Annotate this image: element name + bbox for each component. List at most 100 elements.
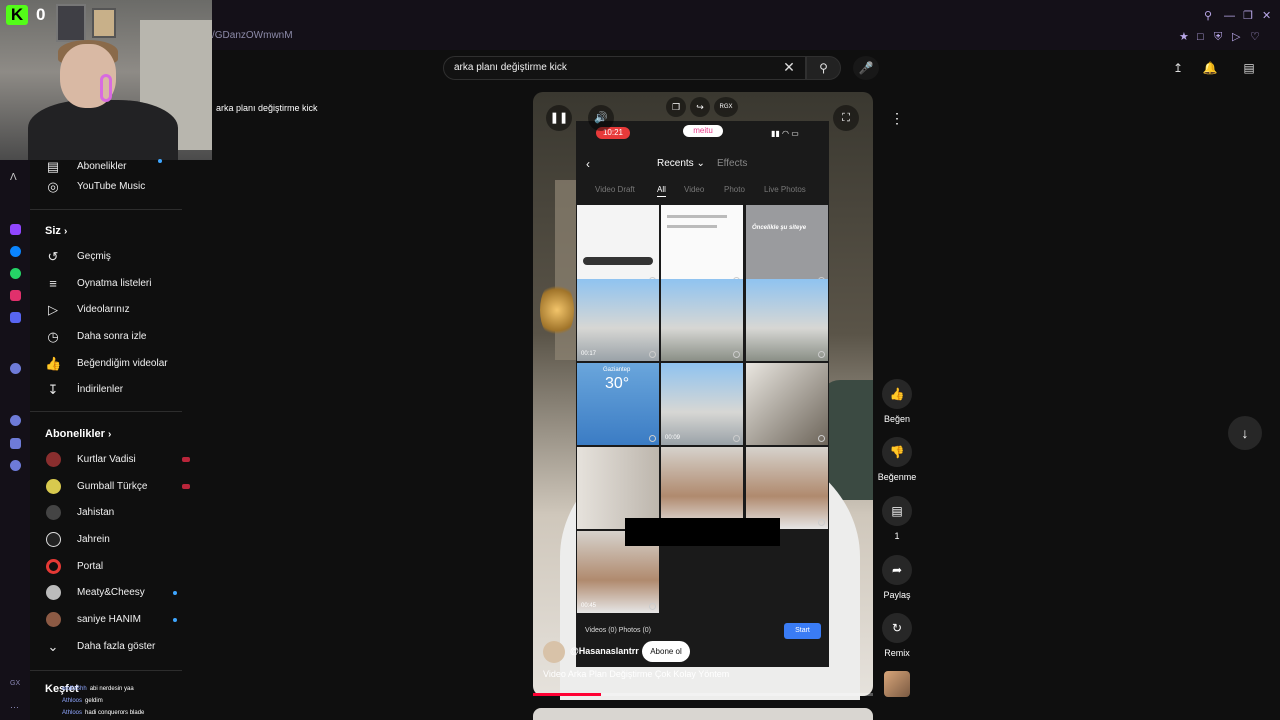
dislike-button[interactable]: 👎 Beğenme [877,437,917,482]
gx-icon[interactable]: GX [10,680,21,691]
close-window-icon[interactable]: ✕ [1262,10,1271,22]
avatar [46,479,61,494]
subscribe-button[interactable]: Abone ol [642,641,690,662]
history-icon: ↺ [47,249,59,264]
sidebar-sub-gumball-turkce[interactable]: Gumball Türkçe [45,474,205,500]
sidebar-item-downloads[interactable]: ↧ İndirilenler [45,377,205,403]
sidebar-sub-saniye-hanim[interactable]: saniye HANIM [45,607,205,633]
meitu-logo: meitu [683,125,723,137]
sidebar-item-playlists[interactable]: ≡ Oynatma listeleri [45,271,205,297]
like-button[interactable]: 👍 Beğen [877,379,917,424]
search-icon[interactable]: ⚲ [1204,10,1212,22]
tab-video: Video [684,185,705,194]
chat-message: Athloos geldim [62,698,103,704]
chat-message: Athloos hadi conquerors blade [62,710,145,716]
rgx-icon: RGX [719,104,733,110]
sidebar-sub-jahistan[interactable]: Jahistan [45,500,205,526]
sidebar-item-your-videos[interactable]: ▷ Videolarınız [45,297,205,323]
search-button[interactable]: ⚲ [806,56,841,80]
close-icon[interactable]: ✕ [781,59,797,75]
play-icon[interactable]: ▷ [1232,31,1240,43]
restore-icon[interactable]: ❐ [1243,10,1253,22]
avatar [46,532,61,547]
more-options-button[interactable]: ⋮ [885,106,909,130]
popout-icon: ↪ [696,102,704,112]
sidebar-item-watch-later[interactable]: ◷ Daha sonra izle [45,324,205,350]
channel-name[interactable]: @Hasanaslantrr [570,646,639,656]
gallery-tile [661,447,743,529]
music-icon: ◎ [47,179,59,194]
search-input[interactable]: arka planı değiştirme kick [454,62,567,73]
chevron-down-icon: ⌄ [696,158,705,169]
whatsapp-icon[interactable] [10,268,21,279]
sidebar-sub-jahrein[interactable]: Jahrein [45,527,205,553]
shield-icon[interactable]: ⛨ [1214,31,1222,43]
gallery-tile [661,279,743,361]
download-icon: ↧ [47,382,59,397]
rgx-button[interactable]: RGX [714,97,738,117]
subscriptions-icon: ▤ [46,159,60,174]
settings-icon[interactable] [10,460,21,471]
next-short-preview[interactable] [533,708,873,720]
channel-avatar[interactable] [543,641,565,663]
tool-icon[interactable] [10,363,21,374]
arrow-up-icon[interactable]: Λ [10,172,21,183]
address-bar-url[interactable]: /GDanzOWmwnM [212,30,293,41]
new-dot [173,618,177,622]
clock-icon: ◷ [47,329,59,344]
arrow-down-icon: ↓ [1241,425,1249,441]
sidebar-item-youtube-music[interactable]: ◎ YouTube Music [45,174,205,200]
sidebar-item-liked-videos[interactable]: 👍 Beğendiğim videolar [45,351,205,377]
clock-icon[interactable] [10,415,21,426]
bell-icon[interactable]: 🔔 [1201,59,1219,77]
sidebar-sub-kurtlar-vadisi[interactable]: Kurtlar Vadisi [45,447,205,473]
avatar [46,452,61,467]
section-you-header[interactable]: Siz › [45,225,67,237]
popout-button[interactable]: ↪ [690,97,710,117]
share-button[interactable]: ➦ Paylaş [877,555,917,600]
messenger-icon[interactable] [10,246,21,257]
upload-icon[interactable]: ↥ [1169,59,1187,77]
sidebar: ▤ Abonelikler ◎ YouTube Music Siz › ↺ Ge… [30,159,212,720]
sidebar-item-history[interactable]: ↺ Geçmiş [45,244,205,270]
gallery-tile: 00:09 [661,363,743,445]
volume-button[interactable]: 🔊 [588,105,614,131]
extension-icon[interactable] [10,438,21,449]
pause-icon: ❚❚ [549,112,569,124]
twitch-icon[interactable] [10,224,21,235]
pause-button[interactable]: ❚❚ [546,105,572,131]
fullscreen-button[interactable]: ⛶ [833,105,859,131]
gallery-tile [577,447,659,529]
next-video-button[interactable]: ↓ [1228,416,1262,450]
viewer-count: 0 [36,5,46,24]
section-subscriptions-header[interactable]: Abonelikler › [45,428,111,440]
avatar [46,612,61,627]
comment-icon: ▤ [882,496,912,526]
comments-button[interactable]: ▤ 1 [877,496,917,541]
more-icon[interactable]: ⋯ [10,702,21,713]
webcam-overlay [0,0,212,160]
remix-button[interactable]: ↻ Remix [877,613,917,658]
gallery-tile [577,205,659,287]
minimize-icon[interactable]: — [1224,10,1235,22]
heart-icon[interactable]: ♡ [1250,31,1260,43]
pip-button[interactable]: ❐ [666,97,686,117]
video-icon: ▷ [48,302,58,317]
sound-thumbnail[interactable] [884,671,910,697]
mic-button[interactable]: 🎤 [853,56,879,80]
new-dot [158,159,162,163]
show-more-button[interactable]: ⌄ Daha fazla göster [45,634,205,660]
previous-video-title[interactable]: arka planı değiştirme kick [216,103,318,113]
video-title[interactable]: Video Arka Plan Değiştirme Çok Kolay Yön… [543,669,729,679]
live-indicator-icon [182,457,190,462]
pin-icon[interactable]: ★ [1179,31,1189,43]
remix-icon: ↻ [882,613,912,643]
cast-icon[interactable]: ▤ [1240,59,1258,77]
screenshot-icon[interactable]: □ [1197,31,1204,43]
avatar [46,559,61,574]
sidebar-sub-portal[interactable]: Portal [45,554,205,580]
selection-count: Videos (0) Photos (0) [585,627,652,634]
discord-icon[interactable] [10,312,21,323]
sidebar-sub-meaty-cheesy[interactable]: Meaty&Cheesy [45,580,205,606]
instagram-icon[interactable] [10,290,21,301]
